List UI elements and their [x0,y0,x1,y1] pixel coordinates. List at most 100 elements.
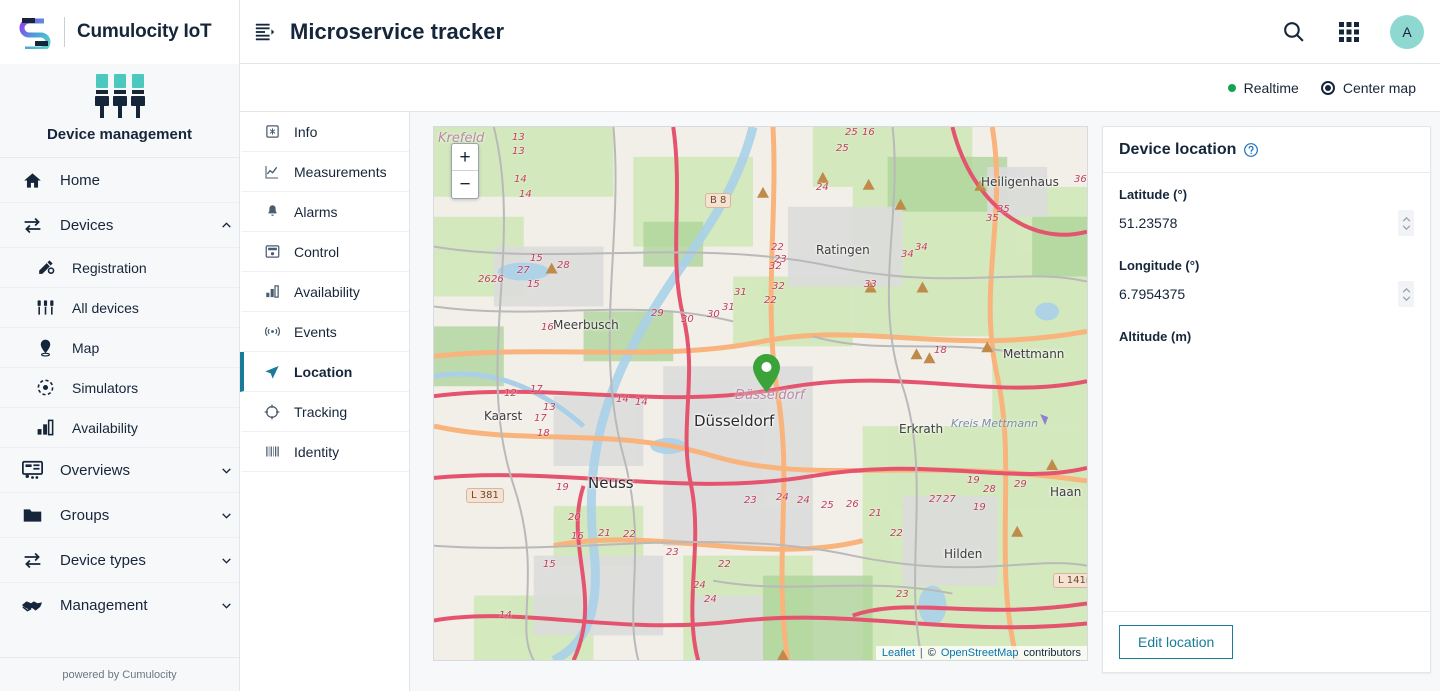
map-exit-number: 19 [556,482,569,493]
content-area: Microservice tracker A Realtime Center m… [240,0,1440,691]
sidebar-item-map[interactable]: Map [0,328,239,368]
map-label: Haan [1050,485,1082,499]
zoom-out-button[interactable]: − [452,171,478,198]
sidebar-item-home[interactable]: Home [0,158,239,203]
question-circle-icon[interactable] [1243,142,1259,158]
map-label: L 141n [1053,573,1087,588]
stepper-up-down-icon[interactable] [1398,281,1414,307]
sidebar-item-label: Groups [60,506,110,524]
map-exit-number: 16 [862,127,875,138]
registration-plug-icon [34,258,56,277]
brand-separator [64,17,65,47]
tab-location[interactable]: Location [240,352,409,392]
map-exit-number: 35 [986,213,999,224]
device-types-icon [20,550,44,571]
sidebar-item-devices[interactable]: Devices [0,203,239,248]
map-exit-number: 33 [864,279,877,290]
page-menu-icon[interactable] [254,21,276,43]
tab-identity[interactable]: Identity [240,432,409,472]
map-exit-number: 18 [934,345,947,356]
map-exit-number: 13 [512,132,525,143]
events-signal-icon [263,323,281,340]
brand-header[interactable]: Cumulocity IoT [0,0,239,64]
map-exit-number: 21 [598,528,611,539]
leaflet-link[interactable]: Leaflet [882,647,915,659]
map-exit-number: 27 [943,494,956,505]
map-exit-number: 22 [771,242,784,253]
chevron-down-icon[interactable] [213,599,239,612]
leaflet-map[interactable]: + − Leaflet | © OpenStreetMap contributo… [433,126,1088,661]
map-exit-number: 22 [718,559,731,570]
chevron-down-icon[interactable] [213,464,239,477]
sidebar-item-device-types[interactable]: Device types [0,538,239,583]
map-exit-number: 22 [890,528,903,539]
center-map-toggle[interactable]: Center map [1320,79,1416,96]
map-zoom-controls[interactable]: + − [451,143,479,199]
radio-selected-icon [1320,80,1335,95]
map-exit-number: 32 [772,281,785,292]
sidebar-item-groups[interactable]: Groups [0,493,239,538]
location-marker-icon[interactable] [753,354,780,397]
map-exit-number: 14 [499,610,512,621]
map-label: Erkrath [899,422,944,436]
stepper-up-down-icon[interactable] [1398,210,1414,236]
map-exit-number: 13 [512,146,525,157]
tab-events[interactable]: Events [240,312,409,352]
tab-alarms[interactable]: Alarms [240,192,409,232]
latitude-value[interactable]: 51.23578 [1119,215,1398,231]
navigator-list: Home Devices Registration All devices Ma… [0,158,239,691]
edit-location-button[interactable]: Edit location [1119,625,1234,659]
tab-tracking[interactable]: Tracking [240,392,409,432]
map-label: Ratingen [816,243,870,257]
longitude-label: Longitude (°) [1119,258,1200,273]
chevron-up-icon[interactable] [213,219,239,232]
map-exit-number: 34 [901,249,914,260]
altitude-label: Altitude (m) [1119,329,1192,344]
tab-measurements[interactable]: Measurements [240,152,409,192]
sidebar-item-label: Device types [60,551,146,569]
map-exit-number: 14 [519,189,532,200]
realtime-toggle[interactable]: Realtime [1227,79,1299,96]
tab-availability[interactable]: Availability [240,272,409,312]
attribution-separator: | [919,647,923,659]
zoom-in-button[interactable]: + [452,144,478,171]
search-icon[interactable] [1278,17,1308,47]
map-exit-number: 22 [764,295,777,306]
app-switcher-grid-icon[interactable] [1334,17,1364,47]
overviews-icon [20,460,44,481]
map-label: Kreis Mettmann [951,417,1039,430]
map-exit-number: 34 [915,242,928,253]
map-exit-number: 31 [734,287,747,298]
tab-label: Availability [294,283,360,300]
map-exit-number: 25 [821,500,834,511]
control-panel-icon [263,244,281,259]
location-arrow-icon [263,364,281,380]
measurements-chart-icon [263,164,281,180]
map-exit-number: 20 [568,512,581,523]
map-exit-number: 25 [845,127,858,138]
center-map-label: Center map [1342,79,1416,96]
avatar[interactable]: A [1390,14,1424,49]
sidebar-item-all-devices[interactable]: All devices [0,288,239,328]
realtime-label: Realtime [1243,79,1299,96]
map-exit-number: 13 [543,402,556,413]
chevron-down-icon[interactable] [213,554,239,567]
chevron-down-icon[interactable] [213,509,239,522]
sidebar-item-overviews[interactable]: Overviews [0,448,239,493]
simulators-icon [34,378,56,397]
sidebar-item-management[interactable]: Management [0,583,239,628]
openstreetmap-link[interactable]: OpenStreetMap [941,647,1019,659]
longitude-field: Longitude (°) 6.7954375 [1119,258,1414,307]
longitude-value[interactable]: 6.7954375 [1119,286,1398,302]
tab-label: Identity [294,443,340,460]
tab-info[interactable]: Info [240,112,409,152]
sidebar-item-label: Overviews [60,461,131,479]
sidebar-item-simulators[interactable]: Simulators [0,368,239,408]
sidebar-item-availability[interactable]: Availability [0,408,239,448]
application-identity: Device management [0,64,239,158]
sidebar-item-label: Availability [72,419,138,436]
tab-control[interactable]: Control [240,232,409,272]
sidebar-item-registration[interactable]: Registration [0,248,239,288]
map-exit-number: 27 [929,494,942,505]
map-exit-number: 24 [816,182,829,193]
